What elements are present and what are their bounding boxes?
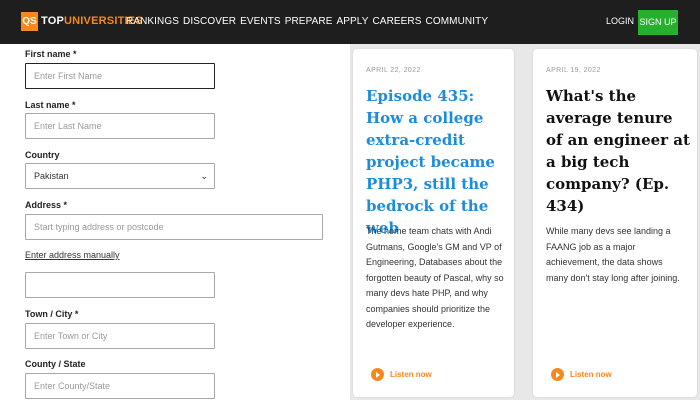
listen-now-label: Listen now [570,370,612,379]
nav-discover[interactable]: DISCOVER [183,16,236,27]
signup-button[interactable]: SIGN UP [638,10,678,35]
card-date: APRIL 19, 2022 [546,67,601,74]
nav-prepare[interactable]: PREPARE [285,16,333,27]
town-label: Town / City * [25,309,79,319]
address-label: Address * [25,200,68,210]
podcast-card[interactable]: APRIL 22, 2022 Episode 435: How a colleg… [353,49,514,397]
brand-top: TOP [41,15,65,27]
card-title[interactable]: Episode 435: How a college extra-credit … [366,85,506,239]
last-name-label: Last name * [25,100,76,110]
listen-now-button[interactable]: Listen now [551,368,612,381]
chevron-down-icon: ⌄ [200,171,208,181]
top-nav-bar: QS TOPUNIVERSITIES RANKINGS DISCOVER EVE… [0,0,700,44]
signup-form: First name * Enter First Name Last name … [0,44,350,400]
card-date: APRIL 22, 2022 [366,67,421,74]
card-description: The home team chats with Andi Gutmans, G… [366,226,504,329]
play-icon [551,368,564,381]
country-label: Country [25,150,60,160]
country-value: Pakistan [34,171,69,181]
listen-now-label: Listen now [390,370,432,379]
county-input[interactable]: Enter County/State [25,373,215,399]
nav-apply[interactable]: APPLY [336,16,368,27]
enter-address-manually-link[interactable]: Enter address manually [25,250,120,260]
address-search-input[interactable]: Start typing address or postcode [25,214,323,240]
podcast-panel: APRIL 22, 2022 Episode 435: How a colleg… [350,44,700,400]
podcast-card[interactable]: APRIL 19, 2022 What's the average tenure… [533,49,697,397]
last-name-input[interactable]: Enter Last Name [25,113,215,139]
card-description: While many devs see landing a FAANG job … [546,226,680,283]
address-manual-input[interactable] [25,272,215,298]
country-select[interactable]: Pakistan ⌄ [25,163,215,189]
nav-rankings[interactable]: RANKINGS [126,16,179,27]
first-name-input[interactable]: Enter First Name [25,63,215,89]
town-input[interactable]: Enter Town or City [25,323,215,349]
nav-community[interactable]: COMMUNITY [426,16,489,27]
login-link[interactable]: LOGIN [606,16,634,26]
play-icon [371,368,384,381]
listen-now-button[interactable]: Listen now [371,368,432,381]
nav-careers[interactable]: CAREERS [372,16,421,27]
first-name-label: First name * [25,49,77,59]
county-label: County / State [25,359,86,369]
card-title[interactable]: What's the average tenure of an engineer… [546,85,691,217]
main-nav: RANKINGS DISCOVER EVENTS PREPARE APPLY C… [126,16,488,27]
qs-logo-icon[interactable]: QS [21,12,38,31]
nav-events[interactable]: EVENTS [240,16,281,27]
